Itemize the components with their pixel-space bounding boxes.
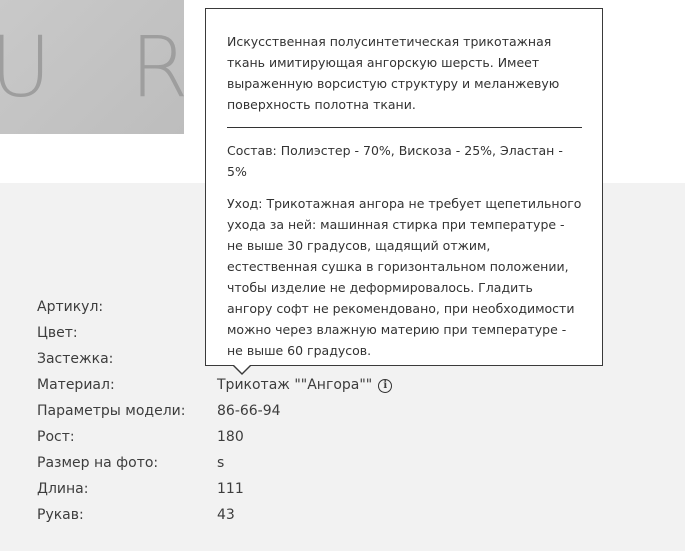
info-icon[interactable]: i — [378, 379, 393, 393]
spec-value-material: Трикотаж ""Ангора"" i — [217, 375, 393, 395]
spec-row-sleeve: Рукав: 43 — [37, 505, 657, 531]
spec-value: 111 — [217, 481, 244, 497]
material-value: Трикотаж ""Ангора"" — [217, 377, 373, 393]
spec-label: Рост: — [37, 429, 75, 445]
spec-label: Параметры модели: — [37, 403, 186, 419]
tooltip-arrow-fill — [233, 364, 251, 373]
spec-row-photo-size: Размер на фото: s — [37, 453, 657, 479]
material-tooltip: Искусственная полусинтетическая трикотаж… — [205, 8, 603, 366]
spec-label: Артикул: — [37, 299, 104, 315]
spec-value: 180 — [217, 429, 244, 445]
spec-label: Размер на фото: — [37, 455, 159, 471]
spec-value: 43 — [217, 507, 235, 523]
spec-label: Длина: — [37, 481, 89, 497]
tooltip-divider — [227, 127, 582, 128]
spec-label: Застежка: — [37, 351, 114, 367]
product-photo[interactable]: U R — [0, 0, 184, 134]
spec-label: Материал: — [37, 377, 115, 393]
spec-value: 86-66-94 — [217, 403, 281, 419]
photo-watermark: U R — [0, 18, 184, 116]
spec-row-model-params: Параметры модели: 86-66-94 — [37, 401, 657, 427]
spec-value: s — [217, 455, 225, 471]
spec-row-height: Рост: 180 — [37, 427, 657, 453]
spec-row-length: Длина: 111 — [37, 479, 657, 505]
spec-row-material: Материал: Трикотаж ""Ангора"" i — [37, 375, 657, 401]
tooltip-composition: Состав: Полиэстер - 70%, Вискоза - 25%, … — [227, 143, 563, 179]
spec-label: Цвет: — [37, 325, 78, 341]
spec-label: Рукав: — [37, 507, 84, 523]
tooltip-description: Искусственная полусинтетическая трикотаж… — [227, 34, 560, 112]
tooltip-care: Уход: Трикотажная ангора не требует щепе… — [227, 196, 582, 358]
